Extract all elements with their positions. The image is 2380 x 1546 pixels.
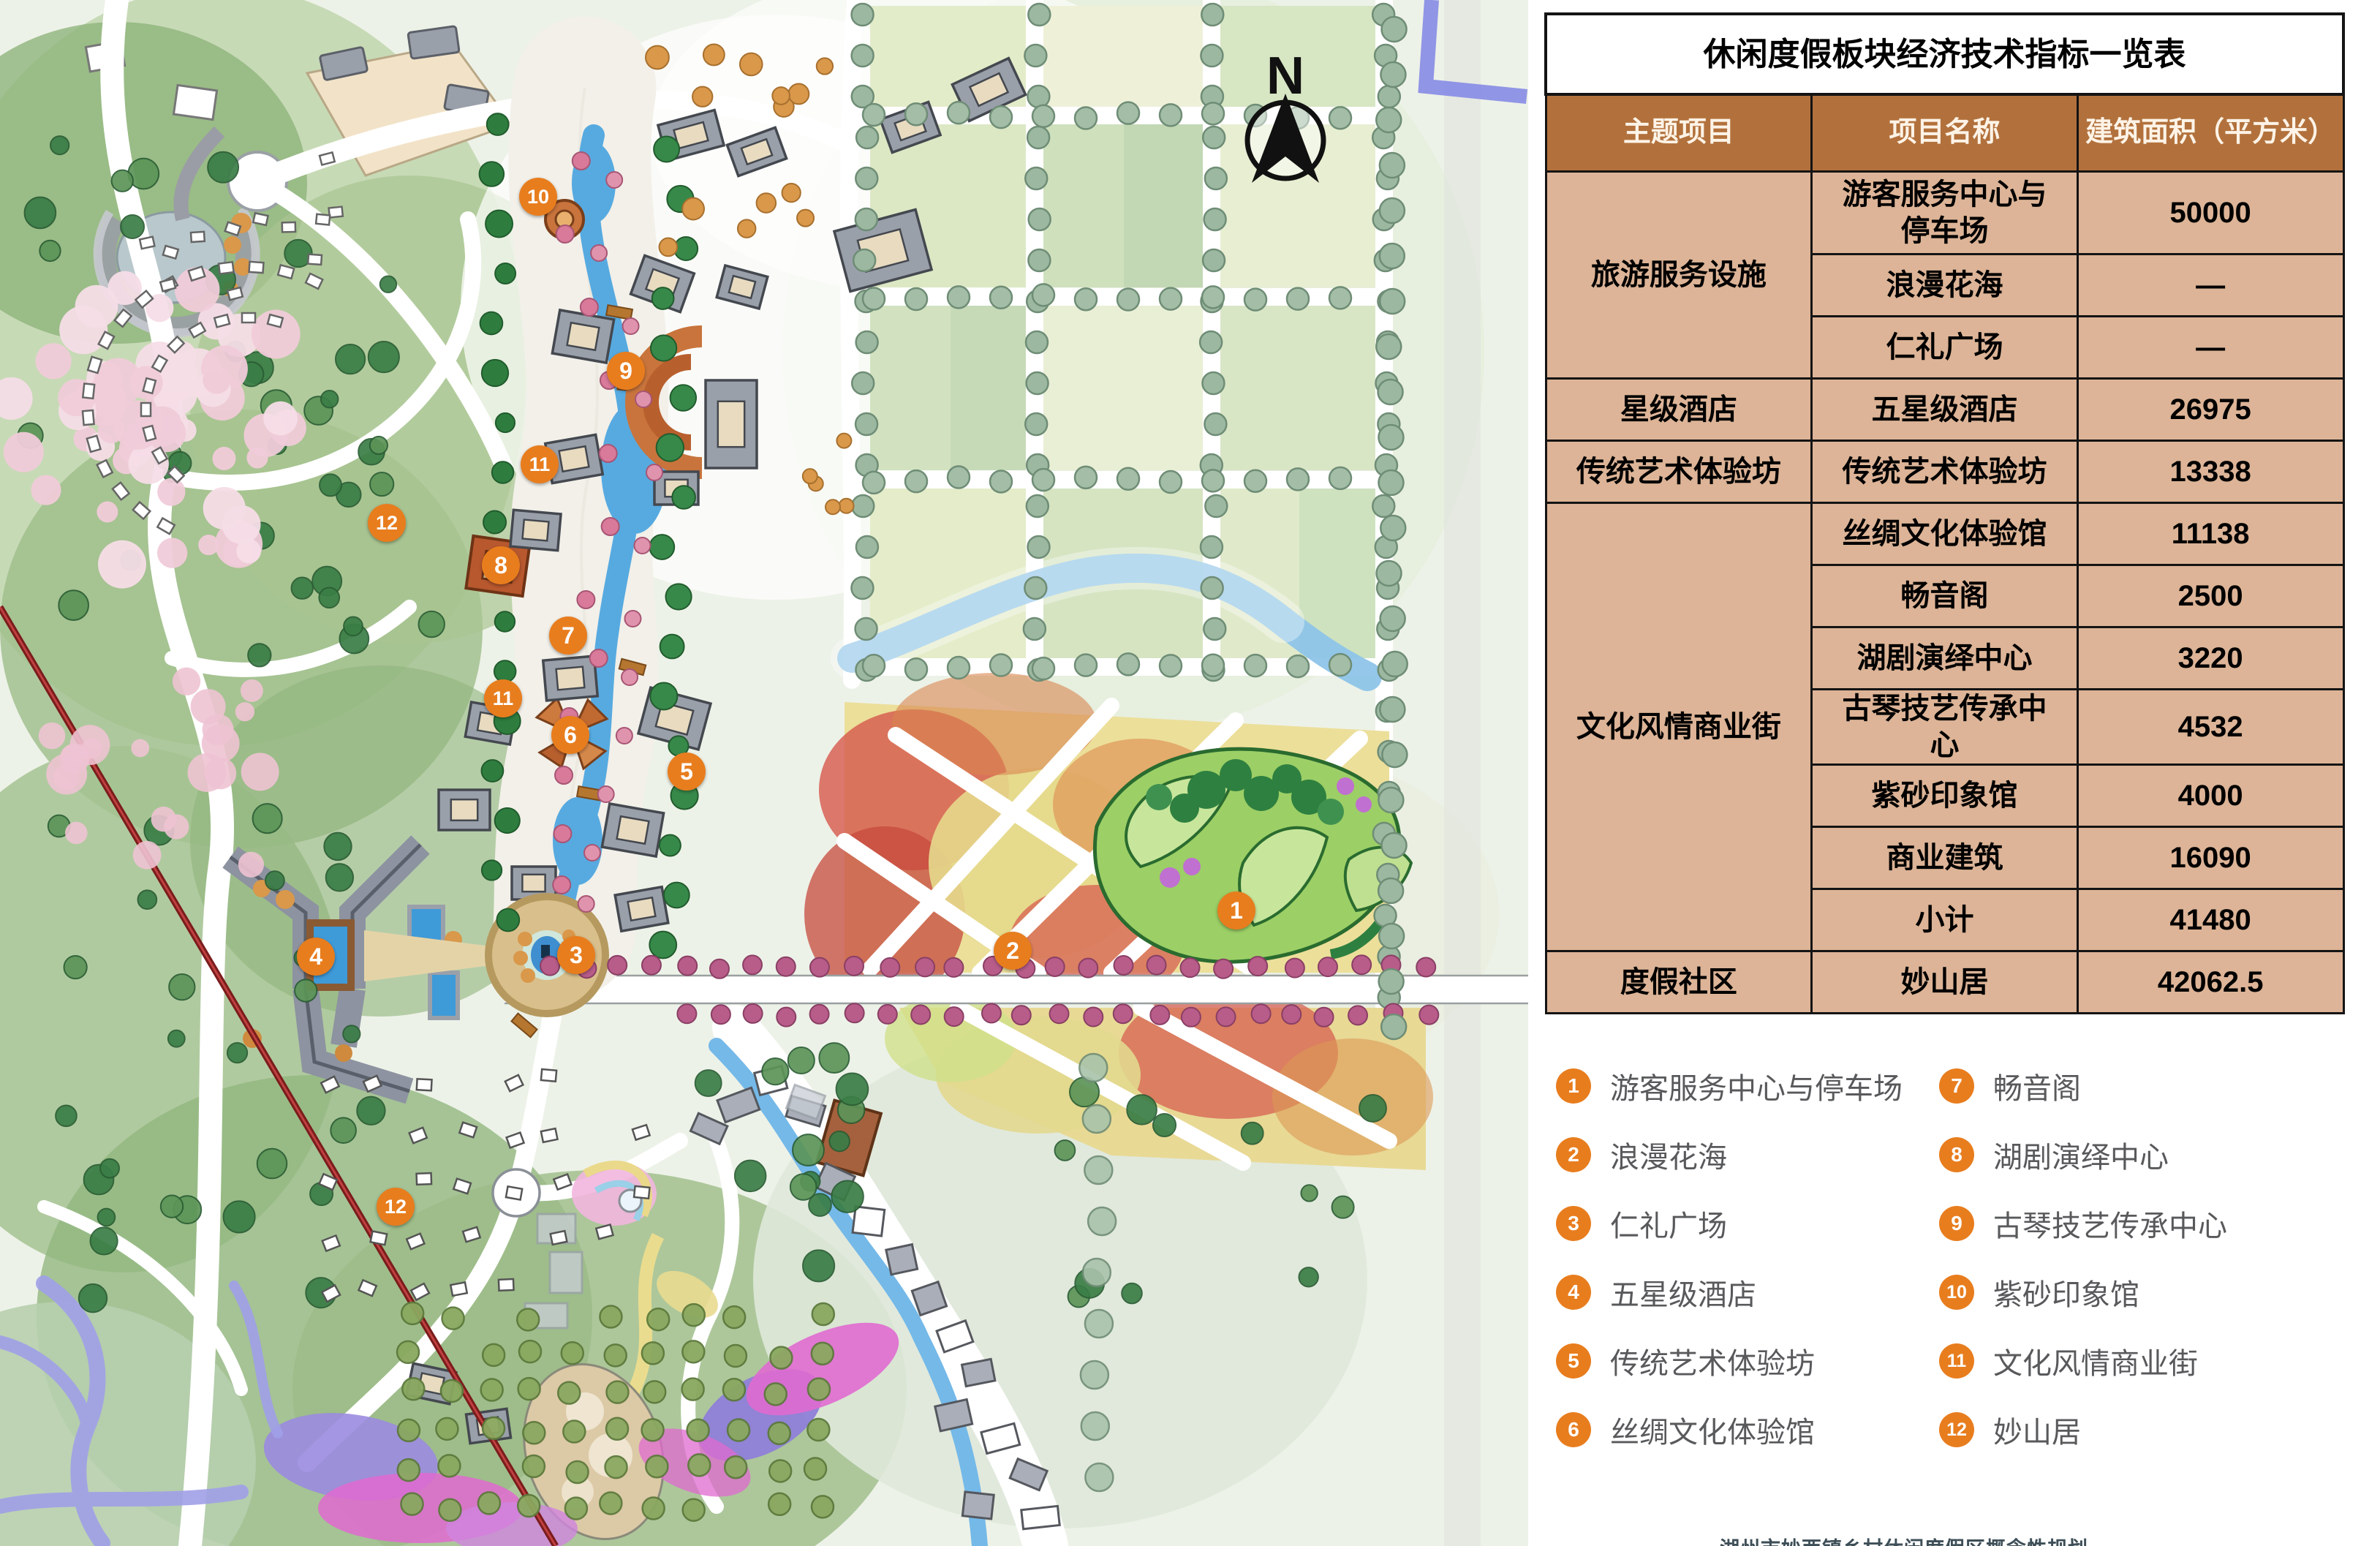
map-marker-4: 4	[297, 938, 335, 976]
area-cell: 50000	[2077, 172, 2343, 254]
theme-cell: 文化风情商业街	[1546, 503, 1812, 951]
map-marker-12: 12	[377, 1188, 415, 1226]
map-marker-8: 8	[482, 546, 520, 584]
legend-item-label: 古琴技艺传承中心	[1993, 1202, 2227, 1245]
area-cell: —	[2077, 254, 2343, 317]
project-cell: 紫砂印象馆	[1812, 765, 2078, 827]
map-marker-9: 9	[607, 352, 645, 390]
theme-cell: 旅游服务设施	[1546, 172, 1812, 379]
map-marker-5: 5	[668, 753, 706, 791]
project-cell: 浪漫花海	[1812, 254, 2078, 317]
area-cell: —	[2077, 317, 2343, 379]
legend-marker: 1	[1556, 1068, 1591, 1104]
project-cell: 仁礼广场	[1812, 317, 2078, 379]
legend-item: 5 传统艺术体验坊	[1556, 1340, 1815, 1382]
legend-item: 10 紫砂印象馆	[1939, 1271, 2139, 1313]
project-cell: 畅音阁	[1812, 565, 2078, 627]
bottom-caption: 湖州市妙西镇乡村休闲度假区概念性规划	[1720, 1533, 2088, 1546]
plan-map-illustration: N	[0, 0, 1528, 1546]
table-row: 文化风情商业街丝绸文化体验馆11138	[1546, 503, 2343, 565]
project-cell: 古琴技艺传承中心	[1812, 690, 2078, 765]
theme-cell: 传统艺术体验坊	[1546, 441, 1812, 503]
area-cell: 13338	[2077, 441, 2343, 503]
indicator-table: 休闲度假板块经济技术指标一览表 主题项目 项目名称 建筑面积（平方米） 旅游服务…	[1544, 12, 2345, 1014]
legend-item: 11 文化风情商业街	[1939, 1340, 2198, 1382]
legend-marker: 7	[1939, 1068, 1974, 1104]
legend-marker: 3	[1556, 1206, 1591, 1241]
theme-cell: 度假社区	[1546, 951, 1812, 1014]
legend-marker: 4	[1556, 1275, 1591, 1310]
legend-marker: 12	[1939, 1412, 1974, 1447]
area-cell: 42062.5	[2077, 951, 2343, 1014]
theme-cell: 星级酒店	[1546, 379, 1812, 441]
legend-item-label: 妙山居	[1993, 1409, 2081, 1451]
page: N 1234567891011111212 休闲度假板块经济技术指标一览表 主题…	[0, 0, 2380, 1546]
map-marker-11: 11	[521, 445, 559, 483]
legend-marker: 6	[1556, 1412, 1591, 1447]
legend-item-label: 游客服务中心与停车场	[1610, 1065, 1903, 1107]
area-cell: 26975	[2077, 379, 2343, 441]
legend-item: 2 浪漫花海	[1556, 1134, 1727, 1176]
legend-item-label: 紫砂印象馆	[1993, 1271, 2139, 1313]
table-row: 传统艺术体验坊传统艺术体验坊13338	[1546, 441, 2343, 503]
map-marker-12: 12	[368, 504, 406, 542]
legend-item: 4 五星级酒店	[1556, 1271, 1756, 1313]
map-marker-6: 6	[551, 716, 589, 754]
map-marker-7: 7	[549, 616, 587, 655]
col-header-project: 项目名称	[1812, 94, 2078, 172]
legend-marker: 11	[1939, 1343, 1974, 1379]
table-row: 度假社区妙山居42062.5	[1546, 951, 2343, 1014]
area-cell: 4000	[2077, 765, 2343, 827]
legend-item: 1 游客服务中心与停车场	[1556, 1065, 1903, 1107]
map-marker-10: 10	[519, 178, 557, 216]
legend-item-label: 五星级酒店	[1610, 1271, 1756, 1313]
col-header-theme: 主题项目	[1546, 94, 1812, 172]
legend-item-label: 文化风情商业街	[1993, 1340, 2198, 1382]
area-cell: 41480	[2077, 889, 2343, 951]
area-cell: 3220	[2077, 627, 2343, 690]
legend-item: 3 仁礼广场	[1556, 1202, 1727, 1245]
legend-item: 9 古琴技艺传承中心	[1939, 1202, 2227, 1245]
legend-marker: 10	[1939, 1275, 1974, 1310]
map-marker-1: 1	[1217, 891, 1255, 930]
project-cell: 小计	[1812, 889, 2078, 951]
legend-item-label: 传统艺术体验坊	[1610, 1340, 1815, 1382]
table-title: 休闲度假板块经济技术指标一览表	[1546, 14, 2343, 94]
area-cell: 4532	[2077, 690, 2343, 765]
area-cell: 16090	[2077, 827, 2343, 889]
col-header-area: 建筑面积（平方米）	[2077, 94, 2343, 172]
legend-marker: 8	[1939, 1137, 1974, 1172]
main-road	[505, 976, 1528, 1003]
project-cell: 商业建筑	[1812, 827, 2078, 889]
legend-marker: 9	[1939, 1206, 1974, 1241]
legend-item-label: 仁礼广场	[1610, 1202, 1727, 1245]
area-cell: 11138	[2077, 503, 2343, 565]
project-cell: 湖剧演绎中心	[1812, 627, 2078, 690]
legend-item: 12 妙山居	[1939, 1409, 2081, 1451]
map-marker-2: 2	[994, 932, 1032, 970]
legend-marker: 2	[1556, 1137, 1591, 1172]
map-marker-11: 11	[484, 679, 522, 717]
legend-item: 6 丝绸文化体验馆	[1556, 1409, 1815, 1451]
map-marker-3: 3	[557, 936, 595, 974]
project-cell: 游客服务中心与停车场	[1812, 172, 2078, 254]
legend-marker: 5	[1556, 1343, 1591, 1379]
legend-item-label: 浪漫花海	[1610, 1134, 1727, 1176]
table-header-row: 主题项目 项目名称 建筑面积（平方米）	[1546, 94, 2343, 172]
master-plan-map: N 1234567891011111212	[0, 0, 1528, 1546]
legend-item-label: 畅音阁	[1993, 1065, 2081, 1107]
area-cell: 2500	[2077, 565, 2343, 627]
table-row: 星级酒店五星级酒店26975	[1546, 379, 2343, 441]
legend-item-label: 湖剧演绎中心	[1993, 1134, 2169, 1176]
north-label: N	[1266, 47, 1304, 105]
table-row: 旅游服务设施游客服务中心与停车场50000	[1546, 172, 2343, 254]
legend-item: 7 畅音阁	[1939, 1065, 2081, 1107]
legend-item-label: 丝绸文化体验馆	[1610, 1409, 1815, 1451]
project-cell: 丝绸文化体验馆	[1812, 503, 2078, 565]
legend-item: 8 湖剧演绎中心	[1939, 1134, 2169, 1176]
project-cell: 五星级酒店	[1812, 379, 2078, 441]
project-cell: 传统艺术体验坊	[1812, 441, 2078, 503]
project-cell: 妙山居	[1812, 951, 2078, 1014]
